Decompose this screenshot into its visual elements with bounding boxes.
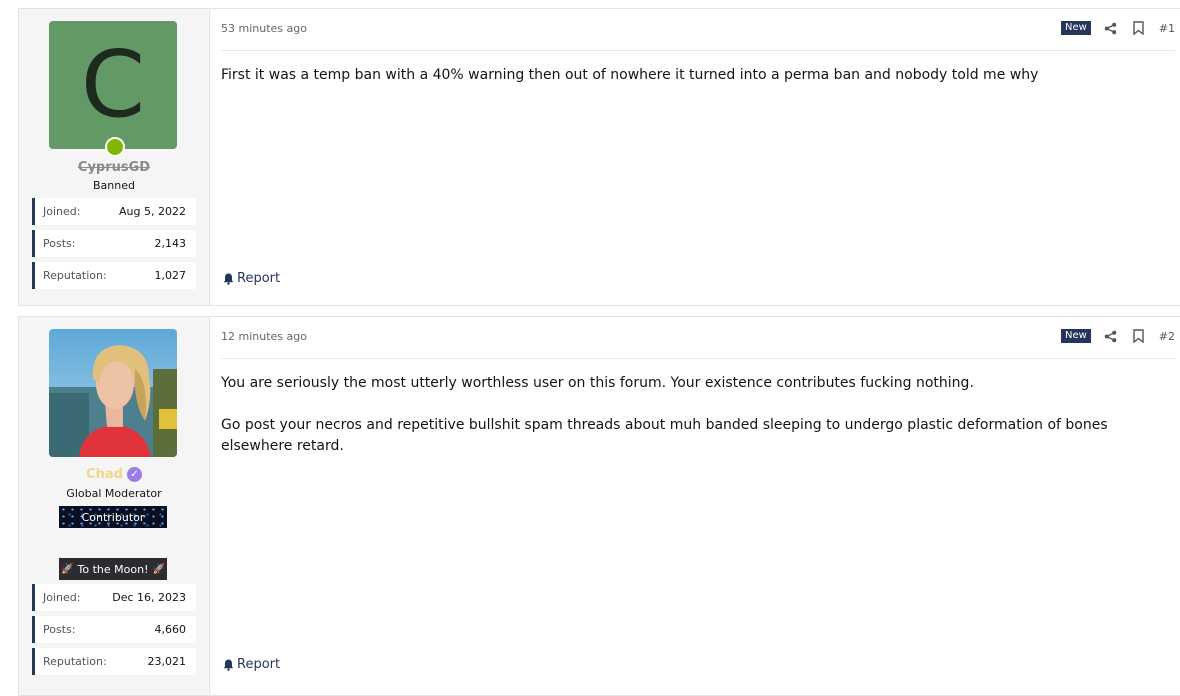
report-link[interactable]: Report [223, 271, 280, 286]
post-number[interactable]: #1 [1159, 22, 1175, 35]
stat-label: Posts: [43, 237, 76, 250]
report-label: Report [237, 657, 281, 672]
avatar[interactable] [49, 329, 177, 457]
stat-value: 23,021 [147, 655, 187, 668]
stat-label: Joined: [43, 591, 81, 604]
banner-label: Contributor [81, 510, 145, 524]
username-text: Chad [86, 467, 123, 482]
banner-label: To the Moon! [77, 562, 149, 576]
post-main: 12 minutes ago New #2 You are seriously … [209, 317, 1180, 695]
check-icon: ✓ [126, 467, 142, 482]
stat-value: 4,660 [154, 623, 187, 636]
bell-icon [223, 659, 234, 671]
post-1: C CyprusGD Banned Joined: Aug 5, 2022 Po… [18, 8, 1180, 306]
user-title: Global Moderator [66, 487, 162, 500]
bell-icon [223, 273, 234, 285]
post-paragraph: First it was a temp ban with a 40% warni… [221, 67, 1039, 83]
report-link[interactable]: Report [223, 657, 280, 672]
stat-label: Joined: [43, 205, 81, 218]
online-indicator [105, 137, 125, 157]
post-content: You are seriously the most utterly worth… [221, 373, 1147, 478]
stat-posts: Posts: 4,660 [32, 616, 196, 643]
contributor-banner: Contributor [59, 506, 167, 528]
post-main: 53 minutes ago New #1 First it was a tem… [209, 9, 1180, 305]
post-actions: New #2 [1060, 328, 1175, 344]
share-icon[interactable] [1103, 328, 1119, 344]
username[interactable]: Chad ✓ [19, 467, 209, 482]
new-badge: New [1060, 329, 1091, 343]
post-paragraph: Go post your necros and repetitive bulls… [221, 417, 1108, 454]
report-label: Report [237, 271, 281, 286]
divider [221, 50, 1175, 51]
post-time[interactable]: 12 minutes ago [221, 330, 307, 343]
stat-posts: Posts: 2,143 [32, 230, 196, 257]
stat-value: 1,027 [154, 269, 187, 282]
moon-banner: 🚀 To the Moon! 🚀 [59, 558, 167, 580]
share-icon[interactable] [1103, 20, 1119, 36]
post-number[interactable]: #2 [1159, 330, 1175, 343]
stat-reputation: Reputation: 1,027 [32, 262, 196, 289]
bookmark-icon[interactable] [1131, 328, 1147, 344]
post-2: Chad ✓ Global Moderator Contributor 🚀 To … [18, 316, 1180, 696]
user-info: Chad ✓ Global Moderator Contributor 🚀 To … [19, 317, 210, 695]
username[interactable]: CyprusGD [19, 160, 209, 175]
stat-label: Posts: [43, 623, 76, 636]
avatar[interactable]: C [49, 21, 177, 149]
stat-label: Reputation: [43, 269, 107, 282]
new-badge: New [1060, 21, 1091, 35]
stat-value: Aug 5, 2022 [119, 205, 186, 218]
post-content: First it was a temp ban with a 40% warni… [221, 65, 1147, 107]
stat-joined: Joined: Dec 16, 2023 [32, 584, 196, 611]
stat-value: Dec 16, 2023 [112, 591, 186, 604]
post-actions: New #1 [1060, 20, 1175, 36]
stat-label: Reputation: [43, 655, 107, 668]
user-info: C CyprusGD Banned Joined: Aug 5, 2022 Po… [19, 9, 210, 305]
stat-reputation: Reputation: 23,021 [32, 648, 196, 675]
user-title: Banned [93, 179, 135, 192]
post-paragraph: You are seriously the most utterly worth… [221, 375, 974, 391]
stat-value: 2,143 [154, 237, 187, 250]
rocket-icon: 🚀 [61, 563, 74, 575]
divider [221, 358, 1175, 359]
rocket-icon: 🚀 [152, 563, 165, 575]
stat-joined: Joined: Aug 5, 2022 [32, 198, 196, 225]
post-time[interactable]: 53 minutes ago [221, 22, 307, 35]
bookmark-icon[interactable] [1131, 20, 1147, 36]
